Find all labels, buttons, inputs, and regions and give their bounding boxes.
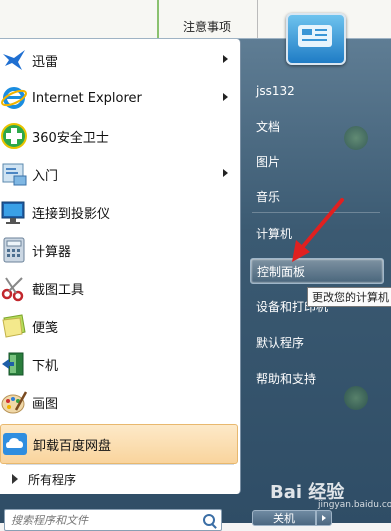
program-item-paint[interactable]: 画图 xyxy=(0,383,238,421)
document-divider xyxy=(257,0,258,40)
program-label: 卸载百度网盘 xyxy=(33,438,112,454)
shutdown-button[interactable]: 关机 xyxy=(252,510,316,526)
user-picture[interactable] xyxy=(286,13,346,65)
program-item-projector[interactable]: 连接到投影仪 xyxy=(0,193,238,231)
sticky-note-icon xyxy=(2,314,26,338)
submenu-arrow-icon[interactable] xyxy=(223,169,228,177)
document-margin-line xyxy=(157,0,159,40)
submenu-arrow-icon[interactable] xyxy=(223,93,228,101)
program-label: 计算器 xyxy=(32,244,72,260)
computer-label: 计算机 xyxy=(256,226,293,241)
program-label: 入门 xyxy=(32,168,59,184)
documents-label: 文档 xyxy=(256,119,281,134)
internet-explorer-icon xyxy=(1,87,27,109)
program-label: Internet Explorer xyxy=(32,90,142,106)
right-item-default-programs[interactable]: 默认程序 xyxy=(250,330,380,354)
program-label: 画图 xyxy=(32,396,59,412)
right-item-help-support[interactable]: 帮助和支持 xyxy=(250,366,380,390)
menu-divider xyxy=(252,212,380,213)
control-panel-picture-icon xyxy=(298,25,332,47)
program-label: 360安全卫士 xyxy=(32,130,109,146)
exit-door-icon xyxy=(2,352,24,376)
submenu-arrow-icon[interactable] xyxy=(223,55,228,63)
control-panel-tooltip: 更改您的计算机 xyxy=(307,287,391,307)
bird-icon xyxy=(3,50,25,70)
program-item-uninstall-baidu-netdisk[interactable]: 卸载百度网盘 xyxy=(0,424,238,464)
all-programs-label: 所有程序 xyxy=(28,472,77,487)
programs-pane: 迅雷 Internet Explorer 360安全卫士 入门 连接到投影仪 计… xyxy=(0,39,241,494)
right-item-music[interactable]: 音乐 xyxy=(250,184,380,208)
watermark-url: jingyan.baidu.com xyxy=(318,500,391,510)
menu-divider xyxy=(6,464,234,465)
all-programs-button[interactable]: 所有程序 xyxy=(0,467,240,491)
calculator-icon xyxy=(3,237,25,263)
pictures-label: 图片 xyxy=(256,154,281,169)
user-name-label: jss132 xyxy=(256,84,295,98)
program-item-360[interactable]: 360安全卫士 xyxy=(0,117,238,155)
paint-palette-icon xyxy=(1,391,28,414)
shutdown-options-arrow-icon[interactable] xyxy=(316,510,332,526)
music-label: 音乐 xyxy=(256,189,281,204)
shield-plus-icon xyxy=(1,123,27,149)
cloud-icon xyxy=(3,433,27,455)
arrow-right-icon xyxy=(12,474,18,484)
right-item-control-panel[interactable]: 控制面板 xyxy=(250,258,384,284)
default-programs-label: 默认程序 xyxy=(256,335,305,350)
program-label: 迅雷 xyxy=(32,54,59,70)
right-item-user[interactable]: jss132 xyxy=(250,79,380,103)
program-label: 连接到投影仪 xyxy=(32,206,111,222)
program-label: 便笺 xyxy=(32,320,59,336)
help-support-label: 帮助和支持 xyxy=(256,371,317,386)
right-item-computer[interactable]: 计算机 xyxy=(250,221,380,245)
right-item-pictures[interactable]: 图片 xyxy=(250,149,380,173)
right-item-documents[interactable]: 文档 xyxy=(250,114,380,138)
program-label: 截图工具 xyxy=(32,282,85,298)
search-icon[interactable] xyxy=(203,514,215,526)
program-item-getting-started[interactable]: 入门 xyxy=(0,155,238,193)
program-item-internet-explorer[interactable]: Internet Explorer xyxy=(0,79,238,117)
program-item-sticky-notes[interactable]: 便笺 xyxy=(0,307,238,345)
program-label: 下机 xyxy=(32,358,59,374)
search-input[interactable] xyxy=(9,512,203,528)
program-item-xunlei[interactable]: 迅雷 xyxy=(0,41,238,79)
program-item-calculator[interactable]: 计算器 xyxy=(0,231,238,269)
document-text: 注意事项 xyxy=(183,20,232,34)
getting-started-icon xyxy=(2,163,27,186)
scissors-icon xyxy=(1,277,24,302)
search-box[interactable] xyxy=(4,509,222,531)
control-panel-label: 控制面板 xyxy=(257,264,306,279)
program-item-logoff[interactable]: 下机 xyxy=(0,345,238,383)
projector-icon xyxy=(1,201,25,224)
program-item-snipping-tool[interactable]: 截图工具 xyxy=(0,269,238,307)
